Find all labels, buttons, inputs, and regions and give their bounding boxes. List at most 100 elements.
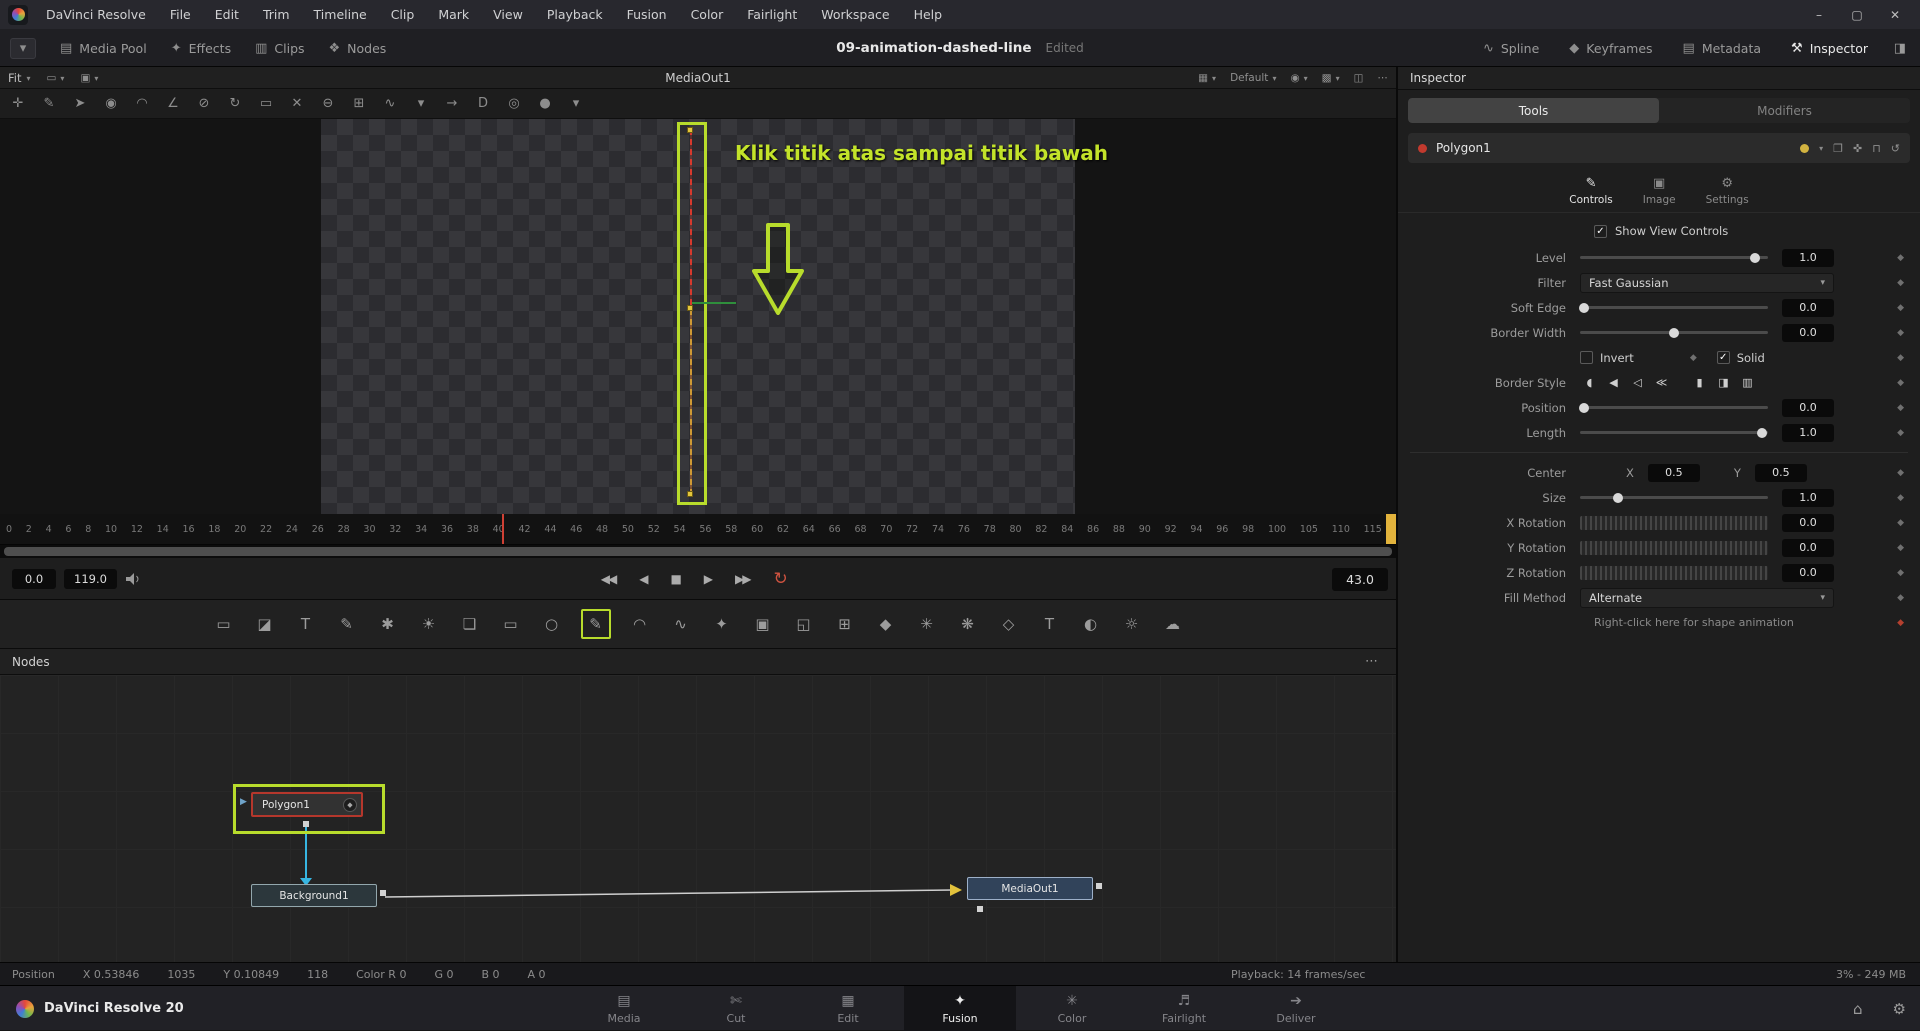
viewer-layout-dropdown[interactable]: ▣▾ bbox=[80, 72, 98, 84]
follow-points-tool-button[interactable]: → bbox=[444, 96, 460, 111]
subtab-image[interactable]: ▣Image bbox=[1643, 176, 1676, 206]
border-style-option-2[interactable]: ◁ bbox=[1628, 374, 1647, 391]
page-tab-media[interactable]: ▤Media bbox=[568, 986, 680, 1031]
ranges-mask-tool-button[interactable]: ✦ bbox=[710, 612, 734, 636]
keyframe-icon[interactable]: ◆ bbox=[1897, 378, 1904, 388]
spline-color-tool-button[interactable]: ● bbox=[537, 96, 553, 111]
timeline-scrollbar-handle[interactable] bbox=[4, 547, 1392, 556]
mediaout1-output-socket[interactable] bbox=[1096, 883, 1102, 889]
media-pool-button[interactable]: ▤Media Pool bbox=[60, 41, 147, 56]
node-polygon1-modifier-icon[interactable]: ◆ bbox=[343, 798, 357, 812]
blur-tool-button[interactable]: ✱ bbox=[376, 612, 400, 636]
polygon-vertex-middle[interactable] bbox=[687, 305, 693, 311]
menu-view[interactable]: View bbox=[481, 0, 535, 29]
minimize-button[interactable]: – bbox=[1804, 8, 1834, 22]
viewer-preset-dropdown[interactable]: Default▾ bbox=[1230, 72, 1276, 84]
keyframe-icon[interactable]: ◆ bbox=[1897, 468, 1904, 478]
background1-output-socket[interactable] bbox=[380, 890, 386, 896]
node-graph[interactable]: ▶ Polygon1 ◆ Background1 MediaOut1 bbox=[0, 675, 1396, 962]
soft-edge-value-field[interactable]: 0.0 bbox=[1782, 299, 1834, 317]
linear-points-tool-button[interactable]: ∠ bbox=[165, 96, 181, 111]
reverse-spline-tool-button[interactable]: ↻ bbox=[227, 96, 243, 111]
corner-pin-tool-button[interactable]: ▣ bbox=[751, 612, 775, 636]
keyframe-icon[interactable]: ◆ bbox=[1897, 403, 1904, 413]
spotlight-tool-button[interactable]: ☼ bbox=[1120, 612, 1144, 636]
x-rotation-value-field[interactable]: 0.0 bbox=[1782, 514, 1834, 532]
subtab-controls[interactable]: ✎Controls bbox=[1569, 176, 1612, 206]
node-background1[interactable]: Background1 bbox=[251, 884, 377, 907]
mediaout1-effect-socket[interactable] bbox=[977, 906, 983, 912]
zoom-dropdown[interactable]: Fit▾ bbox=[8, 71, 31, 85]
close-button[interactable]: ✕ bbox=[1880, 8, 1910, 22]
keyframe-icon[interactable]: ◆ bbox=[1897, 493, 1904, 503]
project-settings-icon[interactable]: ⚙ bbox=[1893, 1000, 1906, 1018]
menu-fusion[interactable]: Fusion bbox=[615, 0, 679, 29]
border-style-option-0[interactable]: ◖ bbox=[1580, 374, 1599, 391]
node-polygon1[interactable]: Polygon1 ◆ bbox=[251, 792, 363, 817]
onion-skin-tool-button[interactable]: ◎ bbox=[506, 96, 522, 111]
menu-edit[interactable]: Edit bbox=[203, 0, 251, 29]
menu-mark[interactable]: Mark bbox=[426, 0, 481, 29]
text-plus-tool-button[interactable]: T bbox=[294, 612, 318, 636]
rectangle-mask-tool-button[interactable]: ▭ bbox=[499, 612, 523, 636]
menu-help[interactable]: Help bbox=[902, 0, 955, 29]
dve-tool-button[interactable]: ◱ bbox=[792, 612, 816, 636]
page-tab-fairlight[interactable]: ♬Fairlight bbox=[1128, 986, 1240, 1031]
range-end-field[interactable]: 119.0 bbox=[64, 569, 117, 589]
show-view-controls-checkbox[interactable]: ✓ bbox=[1594, 225, 1607, 238]
center-y-field[interactable]: 0.5 bbox=[1755, 464, 1807, 482]
gain-gamma-dropdown[interactable]: ◉▾ bbox=[1290, 72, 1307, 84]
level-slider-handle[interactable] bbox=[1750, 253, 1760, 263]
polygon-spline-selected-segment[interactable] bbox=[690, 309, 692, 497]
size-value-field[interactable]: 1.0 bbox=[1782, 489, 1834, 507]
fastnoise-tool-button[interactable]: ◪ bbox=[253, 612, 277, 636]
keyframe-icon[interactable]: ◆ bbox=[1897, 328, 1904, 338]
project-manager-icon[interactable]: ⌂ bbox=[1853, 1000, 1863, 1018]
page-tab-fusion[interactable]: ✦Fusion bbox=[904, 986, 1016, 1031]
keyframe-icon[interactable]: ◆ bbox=[1690, 353, 1697, 363]
publish-menu-tool-button[interactable]: ▾ bbox=[413, 96, 429, 111]
particle-render-tool-button[interactable]: ❋ bbox=[956, 612, 980, 636]
polygon-vertex-top[interactable] bbox=[687, 127, 693, 133]
soft-edge-slider-handle[interactable] bbox=[1579, 303, 1589, 313]
border-style-option-3[interactable]: ≪ bbox=[1652, 374, 1671, 391]
border-width-slider[interactable] bbox=[1580, 331, 1768, 334]
draw-append-tool-button[interactable]: ✎ bbox=[41, 96, 57, 111]
polygon-vertex-bottom[interactable] bbox=[687, 491, 693, 497]
nodes-button[interactable]: ❖Nodes bbox=[329, 41, 387, 56]
chevron-down-icon[interactable]: ▾ bbox=[1819, 144, 1823, 153]
audio-mute-button[interactable] bbox=[125, 572, 143, 586]
roi-dropdown[interactable]: ▩▾ bbox=[1322, 72, 1340, 84]
close-spline-tool-button[interactable]: ⊘ bbox=[196, 96, 212, 111]
modify-none-tool-button[interactable]: ◉ bbox=[103, 96, 119, 111]
tab-tools[interactable]: Tools bbox=[1408, 98, 1659, 123]
solid-checkbox[interactable]: ✓Solid bbox=[1717, 351, 1765, 365]
y-rotation-value-field[interactable]: 0.0 bbox=[1782, 539, 1834, 557]
keyframe-icon[interactable]: ◆ bbox=[1897, 568, 1904, 578]
border-width-slider-handle[interactable] bbox=[1669, 328, 1679, 338]
border-style-option-1[interactable]: ◀ bbox=[1604, 374, 1623, 391]
keyframes-button[interactable]: ◆Keyframes bbox=[1569, 41, 1652, 56]
camera3d-tool-button[interactable]: ◐ bbox=[1079, 612, 1103, 636]
polygon-mask-tool-button[interactable]: ✎ bbox=[581, 609, 611, 639]
x-rotation-scrubber[interactable] bbox=[1580, 516, 1768, 530]
node-select-led[interactable] bbox=[1418, 144, 1427, 153]
filter-dropdown[interactable]: Fast Gaussian▾ bbox=[1580, 273, 1834, 293]
node-state-dot[interactable] bbox=[1800, 144, 1809, 153]
versions-icon[interactable]: ❐ bbox=[1833, 142, 1843, 155]
page-tab-deliver[interactable]: ➔Deliver bbox=[1240, 986, 1352, 1031]
shape-box-tool-button[interactable]: ⊞ bbox=[351, 96, 367, 111]
smooth-points-tool-button[interactable]: ◠ bbox=[134, 96, 150, 111]
text3d-tool-button[interactable]: T bbox=[1038, 612, 1062, 636]
lock-icon[interactable]: ⊓ bbox=[1872, 142, 1881, 155]
menu-file[interactable]: File bbox=[158, 0, 203, 29]
channel-select-dropdown[interactable]: ▭▾ bbox=[47, 72, 65, 84]
bspline-mask-tool-button[interactable]: ◠ bbox=[628, 612, 652, 636]
menu-timeline[interactable]: Timeline bbox=[302, 0, 379, 29]
interface-toggle-button[interactable]: ▾ bbox=[10, 38, 36, 59]
transform-tool-button[interactable]: ❏ bbox=[458, 612, 482, 636]
border-width-value-field[interactable]: 0.0 bbox=[1782, 324, 1834, 342]
z-rotation-scrubber[interactable] bbox=[1580, 566, 1768, 580]
viewer-canvas[interactable]: Klik titik atas sampai titik bawah bbox=[0, 119, 1396, 514]
click-append-tool-button[interactable]: ✛ bbox=[10, 96, 26, 111]
